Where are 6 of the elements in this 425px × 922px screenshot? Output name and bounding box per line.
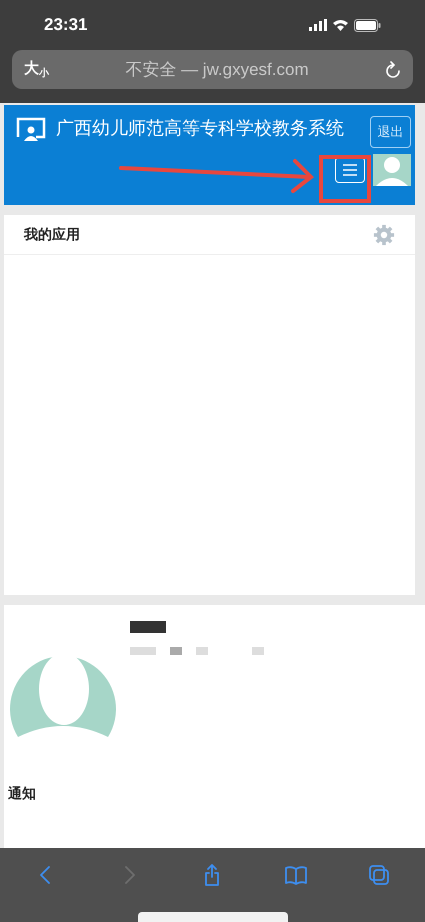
notice-title: 通知 bbox=[8, 784, 37, 803]
url-text[interactable]: 不安全 — jw.gxyesf.com bbox=[49, 56, 385, 82]
logout-button[interactable]: 退出 bbox=[370, 116, 411, 148]
panel-title: 我的应用 bbox=[24, 225, 80, 244]
status-time: 23:31 bbox=[44, 14, 88, 36]
school-title: 广西幼儿师范高等专科学校教务系统 bbox=[56, 117, 345, 140]
